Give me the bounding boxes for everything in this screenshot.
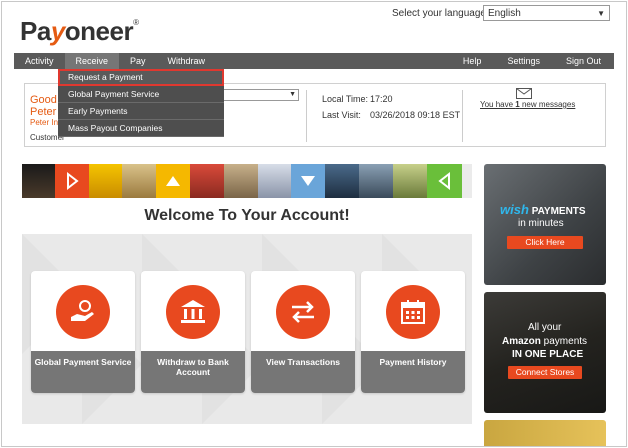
welcome-heading: Welcome To Your Account! <box>22 198 472 234</box>
swap-arrows-icon <box>292 301 314 323</box>
chevron-down-icon: ▼ <box>597 8 605 18</box>
payoneer-logo[interactable]: Payoneer® <box>20 16 139 47</box>
amazon-ad-line2: Amazon payments <box>502 336 587 347</box>
card-label: Global Payment Service <box>31 351 135 393</box>
hand-coin-icon <box>71 300 94 321</box>
arrow-tile <box>55 164 89 198</box>
card-label: View Transactions <box>251 351 355 393</box>
nav-withdraw[interactable]: Withdraw <box>157 53 217 69</box>
amazon-ad-line3: IN ONE PLACE <box>512 349 584 360</box>
action-icon-circle <box>386 285 440 339</box>
wish-ad-title-text: PAYMENTS <box>531 206 586 217</box>
language-select[interactable]: English ▼ <box>483 5 610 21</box>
user-name: Peter <box>30 106 57 118</box>
photo-tile <box>122 164 156 198</box>
last-visit-value: 03/26/2018 09:18 EST <box>370 110 461 120</box>
wish-brand: wish <box>500 202 529 217</box>
action-icon-circle <box>276 285 330 339</box>
nav-sign-out[interactable]: Sign Out <box>553 53 614 69</box>
logo-registered-mark: ® <box>133 18 139 27</box>
wish-ad-subtitle: in minutes <box>518 218 564 229</box>
photo-tile <box>190 164 224 198</box>
calendar-icon <box>401 300 425 324</box>
photo-tile <box>325 164 359 198</box>
global-payment-service-card[interactable]: Global Payment Service <box>31 271 135 393</box>
local-time-label: Local Time: <box>322 94 369 104</box>
browser-frame: Payoneer® Select your language: English … <box>1 1 627 447</box>
nav-activity[interactable]: Activity <box>14 53 65 69</box>
bank-icon <box>181 300 205 323</box>
photo-tile <box>393 164 427 198</box>
photo-tile <box>258 164 291 198</box>
menu-item-mass-payout-companies[interactable]: Mass Payout Companies <box>58 120 224 137</box>
menu-item-request-payment[interactable]: Request a Payment <box>58 69 224 86</box>
nav-receive[interactable]: Receive <box>64 53 120 69</box>
language-selected-value: English <box>488 7 521 19</box>
messages-link[interactable]: You have 1 new messages <box>480 100 575 109</box>
card-label: Payment History <box>361 351 465 393</box>
divider <box>306 90 307 142</box>
wish-payments-ad[interactable]: wish PAYMENTS in minutes Click Here <box>484 164 606 285</box>
triangle-up-icon <box>166 176 180 186</box>
promo-ad[interactable] <box>484 420 606 446</box>
action-icon-circle <box>56 285 110 339</box>
language-label: Select your language: <box>392 8 489 19</box>
arrow-tile <box>427 164 462 198</box>
withdraw-to-bank-card[interactable]: Withdraw to Bank Account <box>141 271 245 393</box>
company-name: Peter In <box>30 118 59 127</box>
action-icon-circle <box>166 285 220 339</box>
amazon-payments-ad[interactable]: All your Amazon payments IN ONE PLACE Co… <box>484 292 606 413</box>
amazon-brand: Amazon <box>502 336 541 347</box>
main-nav: Activity Receive Pay Withdraw Help Setti… <box>14 53 614 69</box>
connect-stores-button[interactable]: Connect Stores <box>508 366 582 379</box>
nav-help[interactable]: Help <box>450 53 495 69</box>
amazon-ad-line1: All your <box>528 322 562 333</box>
divider <box>462 90 463 142</box>
receive-dropdown-menu: Request a Payment Global Payment Service… <box>58 69 224 137</box>
play-left-icon <box>438 171 450 191</box>
logo-text-y: y <box>50 16 65 46</box>
local-time-value: 17:20 <box>370 94 393 104</box>
card-label: Withdraw to Bank Account <box>141 351 245 393</box>
view-transactions-card[interactable]: View Transactions <box>251 271 355 393</box>
photo-tile <box>89 164 122 198</box>
account-select[interactable]: ▼ <box>221 89 299 101</box>
nav-settings[interactable]: Settings <box>494 53 553 69</box>
nav-right-group: Help Settings Sign Out <box>450 53 614 69</box>
menu-item-global-payment-service[interactable]: Global Payment Service <box>58 86 224 103</box>
arrow-tile <box>156 164 190 198</box>
chevron-down-icon: ▼ <box>289 91 296 98</box>
nav-pay[interactable]: Pay <box>119 53 157 69</box>
photo-strip <box>22 164 472 198</box>
menu-item-early-payments[interactable]: Early Payments <box>58 103 224 120</box>
photo-tile <box>224 164 258 198</box>
wish-click-here-button[interactable]: Click Here <box>507 236 583 249</box>
amazon-ad-line2-text: payments <box>540 336 588 347</box>
envelope-icon[interactable] <box>516 88 532 99</box>
play-right-icon <box>67 171 79 191</box>
wish-ad-title: wish PAYMENTS <box>500 202 586 217</box>
messages-text-pre: You have <box>480 100 516 109</box>
messages-text-post: new messages <box>519 100 576 109</box>
triangle-down-icon <box>301 176 315 186</box>
last-visit-label: Last Visit: <box>322 110 361 120</box>
welcome-panel: Welcome To Your Account! Global Payment … <box>22 164 472 424</box>
logo-text-start: Pa <box>20 16 51 46</box>
photo-tile <box>22 164 55 198</box>
logo-text-end: oneer <box>64 16 134 46</box>
greeting-text: Good <box>30 94 57 106</box>
photo-tile <box>359 164 393 198</box>
arrow-tile <box>291 164 325 198</box>
payment-history-card[interactable]: Payment History <box>361 271 465 393</box>
